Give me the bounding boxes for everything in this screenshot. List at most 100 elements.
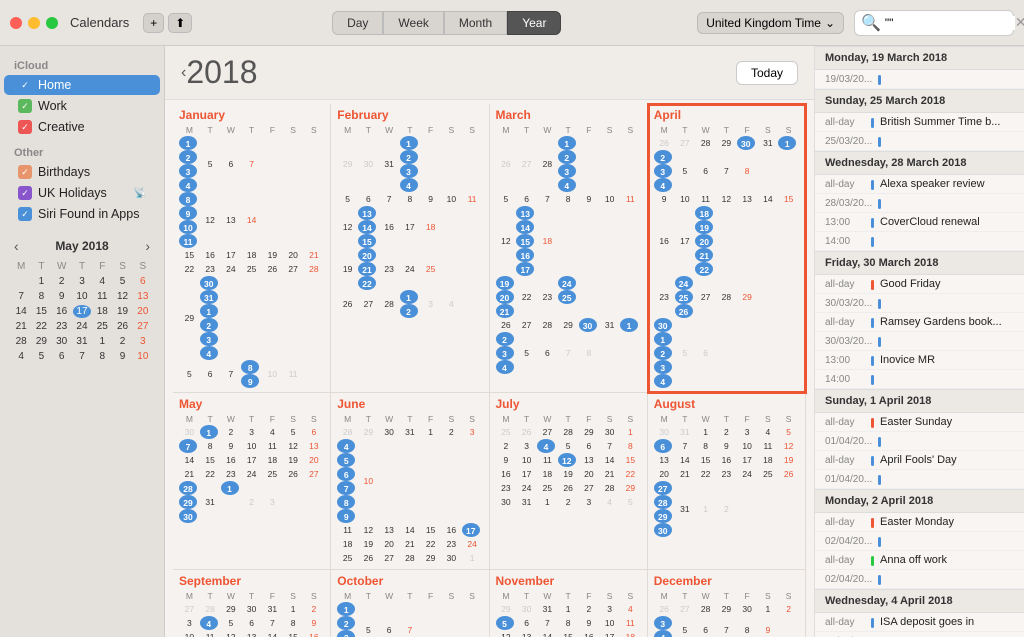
mini-cal-day[interactable]: 4 bbox=[12, 350, 30, 363]
grid-day[interactable]: 29 bbox=[737, 276, 758, 318]
grid-day[interactable]: 4 bbox=[558, 178, 576, 192]
mini-cal-day[interactable]: 23 bbox=[53, 320, 71, 333]
grid-day[interactable]: 6 bbox=[304, 425, 325, 439]
grid-day[interactable]: 6 bbox=[379, 602, 400, 637]
grid-day[interactable]: 23 bbox=[716, 467, 737, 481]
grid-day[interactable]: 2 bbox=[179, 150, 197, 164]
grid-day[interactable]: 7 bbox=[675, 439, 696, 453]
grid-day[interactable]: 8 bbox=[337, 495, 355, 509]
grid-day[interactable]: 4 bbox=[337, 439, 355, 453]
mini-cal-day[interactable]: 17 bbox=[73, 305, 91, 318]
grid-day[interactable]: 1 bbox=[620, 318, 638, 332]
mini-cal-day[interactable]: 30 bbox=[53, 335, 71, 348]
event-item[interactable]: 02/04/20... bbox=[815, 532, 1024, 551]
event-item[interactable]: 13:00CoverCloud renewal bbox=[815, 213, 1024, 232]
grid-day[interactable]: 28 bbox=[716, 276, 737, 318]
grid-day[interactable]: 6 bbox=[654, 439, 672, 453]
grid-day[interactable]: 11 bbox=[262, 439, 283, 453]
grid-day[interactable]: 6 bbox=[241, 616, 262, 630]
grid-day[interactable]: 17 bbox=[400, 206, 421, 248]
grid-day[interactable]: 1 bbox=[537, 495, 558, 509]
grid-day[interactable]: 31 bbox=[537, 602, 558, 616]
grid-day[interactable]: 2 bbox=[654, 346, 672, 360]
grid-day[interactable]: 23 bbox=[537, 276, 558, 318]
grid-day[interactable]: 16 bbox=[379, 206, 400, 248]
grid-day[interactable]: 29 bbox=[579, 425, 600, 439]
grid-day[interactable]: 7 bbox=[716, 616, 737, 637]
grid-day[interactable]: 30 bbox=[441, 551, 462, 565]
grid-day[interactable]: 12 bbox=[337, 206, 358, 248]
grid-day[interactable]: 2 bbox=[579, 602, 600, 616]
grid-day[interactable]: 31 bbox=[262, 602, 283, 616]
grid-day[interactable]: 25 bbox=[496, 425, 517, 439]
mini-cal-day[interactable]: 13 bbox=[134, 290, 152, 303]
grid-day[interactable]: 3 bbox=[579, 495, 600, 509]
grid-day[interactable]: 12 bbox=[200, 192, 221, 248]
grid-day[interactable]: 30 bbox=[379, 425, 400, 439]
grid-day[interactable]: 16 bbox=[496, 467, 517, 481]
grid-day[interactable]: 30 bbox=[654, 318, 672, 332]
grid-day[interactable]: 14 bbox=[675, 453, 696, 467]
grid-day[interactable]: 11 bbox=[620, 616, 641, 630]
grid-day[interactable]: 14 bbox=[516, 220, 534, 234]
grid-day[interactable]: 30 bbox=[599, 425, 620, 439]
grid-day[interactable]: 27 bbox=[675, 602, 696, 616]
event-item[interactable]: 14:00 bbox=[815, 232, 1024, 251]
grid-day[interactable]: 22 bbox=[695, 467, 716, 481]
grid-day[interactable]: 8 bbox=[737, 616, 758, 637]
grid-day[interactable]: 30 bbox=[179, 425, 200, 439]
grid-day[interactable]: 26 bbox=[654, 136, 675, 150]
grid-day[interactable]: 25 bbox=[537, 481, 558, 495]
mini-cal-day[interactable]: 4 bbox=[93, 275, 111, 288]
event-item[interactable]: 02/04/20... bbox=[815, 570, 1024, 589]
grid-day[interactable]: 6 bbox=[516, 192, 537, 206]
tab-week[interactable]: Week bbox=[383, 11, 443, 35]
grid-day[interactable]: 27 bbox=[654, 481, 672, 495]
grid-day[interactable]: 16 bbox=[221, 453, 242, 467]
grid-day[interactable]: 31 bbox=[200, 290, 218, 304]
grid-day[interactable]: 1 bbox=[558, 602, 579, 616]
grid-day[interactable]: 2 bbox=[558, 495, 579, 509]
grid-day[interactable]: 25 bbox=[262, 467, 283, 481]
grid-day[interactable]: 5 bbox=[675, 318, 696, 388]
grid-day[interactable]: 9 bbox=[241, 374, 259, 388]
grid-day[interactable]: 20 bbox=[496, 290, 514, 304]
grid-day[interactable]: 15 bbox=[200, 453, 221, 467]
grid-day[interactable]: 3 bbox=[654, 164, 672, 178]
event-item[interactable]: all-dayGood Friday bbox=[815, 275, 1024, 294]
grid-day[interactable]: 7 bbox=[221, 360, 242, 388]
grid-day[interactable]: 1 bbox=[695, 481, 716, 537]
mini-cal-day[interactable]: 22 bbox=[32, 320, 50, 333]
grid-day[interactable]: 26 bbox=[262, 262, 283, 276]
grid-day[interactable]: 1 bbox=[620, 425, 641, 439]
grid-day[interactable]: 30 bbox=[200, 276, 218, 290]
grid-day[interactable]: 26 bbox=[558, 481, 579, 495]
sidebar-item-home[interactable]: ✓ Home bbox=[4, 75, 160, 95]
tab-year[interactable]: Year bbox=[507, 11, 561, 35]
grid-day[interactable]: 6 bbox=[537, 332, 558, 374]
grid-day[interactable]: 3 bbox=[400, 164, 418, 178]
grid-day[interactable]: 14 bbox=[262, 630, 283, 637]
grid-day[interactable]: 15 bbox=[283, 630, 304, 637]
tab-month[interactable]: Month bbox=[444, 11, 507, 35]
mini-cal-day[interactable]: 16 bbox=[53, 305, 71, 318]
sidebar-item-birthdays[interactable]: ✓ Birthdays bbox=[4, 162, 160, 182]
grid-day[interactable]: 11 bbox=[200, 630, 221, 637]
grid-day[interactable]: 5 bbox=[558, 439, 579, 453]
mini-cal-day[interactable]: 9 bbox=[53, 290, 71, 303]
grid-day[interactable]: 18 bbox=[420, 206, 441, 248]
grid-day[interactable]: 22 bbox=[695, 262, 713, 276]
grid-day[interactable]: 30 bbox=[654, 523, 672, 537]
grid-day[interactable]: 7 bbox=[558, 332, 579, 374]
grid-day[interactable]: 23 bbox=[496, 481, 517, 495]
today-button[interactable]: Today bbox=[736, 61, 798, 85]
grid-day[interactable]: 3 bbox=[179, 164, 197, 178]
grid-day[interactable]: 7 bbox=[716, 150, 737, 192]
grid-day[interactable]: 31 bbox=[599, 318, 620, 332]
grid-day[interactable]: 26 bbox=[283, 467, 304, 481]
maximize-button[interactable] bbox=[46, 17, 58, 29]
grid-day[interactable]: 6 bbox=[579, 439, 600, 453]
grid-day[interactable]: 28 bbox=[537, 136, 558, 192]
add-calendar-button[interactable]: + bbox=[143, 13, 164, 33]
grid-day[interactable]: 3 bbox=[599, 602, 620, 616]
